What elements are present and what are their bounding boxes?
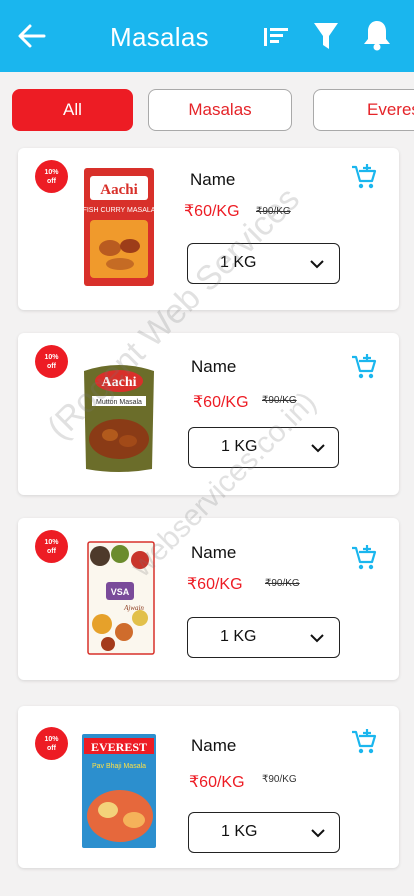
product-name: Name bbox=[190, 170, 236, 189]
chevron-down-icon bbox=[310, 260, 324, 269]
page-title: Masalas bbox=[110, 22, 209, 52]
product-old-price: ₹90/KG bbox=[262, 395, 297, 406]
product-card[interactable]: 10% off Aachi Mutton Masala Name ₹60/KG ₹… bbox=[18, 333, 399, 495]
product-price: ₹60/KG bbox=[193, 394, 249, 411]
discount-badge: 10% off bbox=[35, 345, 68, 378]
product-name: Name bbox=[191, 543, 237, 562]
discount-badge: 10% off bbox=[35, 530, 68, 563]
product-image: Aachi FISH CURRY MASALA bbox=[83, 168, 156, 286]
chevron-down-icon bbox=[311, 829, 325, 838]
product-card[interactable]: 10% off VSA Ajwain Name ₹60/KG ₹90/KG 1 K… bbox=[18, 518, 399, 680]
product-image: Aachi Mutton Masala bbox=[84, 365, 154, 472]
arrow-left-icon[interactable] bbox=[16, 22, 48, 50]
product-card[interactable]: 10% off Aachi FISH CURRY MASALA Name ₹60/… bbox=[18, 148, 399, 310]
bell-icon[interactable] bbox=[362, 18, 392, 52]
product-old-price: ₹90/KG bbox=[256, 206, 291, 217]
add-to-cart-icon[interactable] bbox=[351, 729, 377, 755]
sort-icon[interactable] bbox=[262, 24, 290, 50]
svg-text:Pav Bhaji Masala: Pav Bhaji Masala bbox=[92, 763, 146, 770]
discount-badge: 10% off bbox=[35, 727, 68, 760]
quantity-select[interactable]: 1 KG bbox=[188, 427, 339, 468]
quantity-value: 1 KG bbox=[221, 823, 258, 840]
svg-text:FISH CURRY MASALA: FISH CURRY MASALA bbox=[83, 207, 156, 214]
discount-badge: 10% off bbox=[35, 160, 68, 193]
product-old-price: ₹90/KG bbox=[262, 774, 297, 785]
tab-everest[interactable]: Everes bbox=[313, 89, 414, 131]
category-tabs: All Masalas Everes bbox=[0, 88, 414, 132]
add-to-cart-icon[interactable] bbox=[351, 164, 377, 190]
quantity-value: 1 KG bbox=[220, 254, 257, 271]
add-to-cart-icon[interactable] bbox=[351, 545, 377, 571]
quantity-select[interactable]: 1 KG bbox=[188, 812, 340, 853]
product-old-price: ₹90/KG bbox=[265, 578, 300, 589]
svg-text:Mutton Masala: Mutton Masala bbox=[96, 399, 142, 406]
product-image: VSA Ajwain bbox=[87, 541, 155, 655]
product-name: Name bbox=[191, 357, 237, 376]
quantity-select[interactable]: 1 KG bbox=[187, 617, 340, 658]
quantity-value: 1 KG bbox=[220, 628, 257, 645]
product-image: EVEREST Pav Bhaji Masala bbox=[82, 734, 156, 848]
app-header: Masalas bbox=[0, 0, 414, 72]
tab-masalas[interactable]: Masalas bbox=[148, 89, 292, 131]
svg-text:EVEREST: EVEREST bbox=[91, 740, 147, 754]
product-name: Name bbox=[191, 736, 237, 755]
svg-text:VSA: VSA bbox=[111, 587, 130, 597]
add-to-cart-icon[interactable] bbox=[351, 354, 377, 380]
product-price: ₹60/KG bbox=[187, 576, 243, 593]
product-price: ₹60/KG bbox=[189, 774, 245, 791]
product-price: ₹60/KG bbox=[184, 203, 240, 220]
product-card[interactable]: 10% off EVEREST Pav Bhaji Masala Name ₹60… bbox=[18, 706, 399, 868]
chevron-down-icon bbox=[310, 634, 324, 643]
svg-text:Aachi: Aachi bbox=[100, 182, 138, 198]
filter-icon[interactable] bbox=[312, 20, 340, 52]
quantity-select[interactable]: 1 KG bbox=[187, 243, 340, 284]
svg-text:Aachi: Aachi bbox=[102, 375, 137, 390]
quantity-value: 1 KG bbox=[221, 438, 258, 455]
tab-all[interactable]: All bbox=[12, 89, 133, 131]
chevron-down-icon bbox=[311, 444, 325, 453]
